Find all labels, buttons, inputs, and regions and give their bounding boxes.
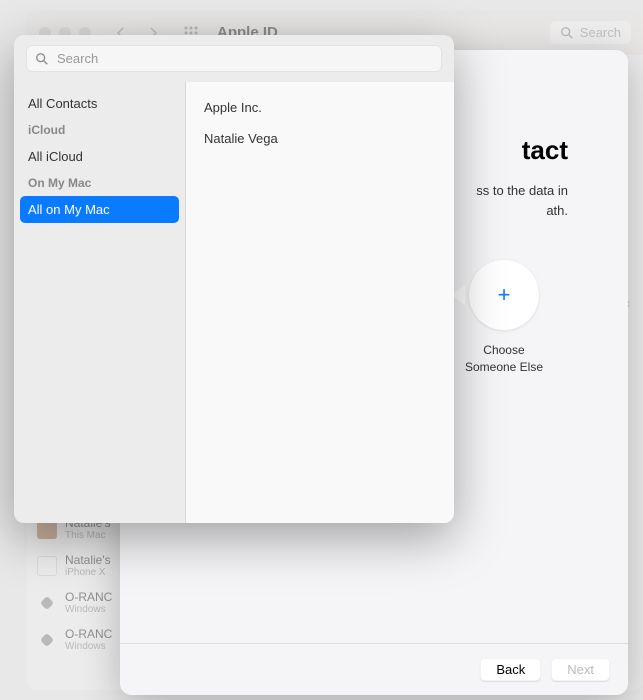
search-icon xyxy=(560,26,574,40)
iphone-icon xyxy=(37,556,57,576)
choose-someone-else-button[interactable]: + xyxy=(469,260,539,330)
group-header-onmymac: On My Mac xyxy=(14,170,185,196)
groups-sidebar: All Contacts iCloud All iCloud On My Mac… xyxy=(14,82,186,523)
windows-icon xyxy=(40,632,54,646)
back-button[interactable]: Back xyxy=(480,658,541,681)
prefs-search[interactable]: Search xyxy=(550,21,631,44)
group-all-icloud[interactable]: All iCloud xyxy=(14,143,185,170)
windows-icon xyxy=(40,595,54,609)
contact-row[interactable]: Natalie Vega xyxy=(186,123,454,154)
sheet-footer: Back Next xyxy=(120,643,628,695)
contacts-list: Apple Inc. Natalie Vega xyxy=(186,82,454,523)
group-all-contacts[interactable]: All Contacts xyxy=(14,90,185,117)
search-icon xyxy=(35,52,49,66)
group-header-icloud: iCloud xyxy=(14,117,185,143)
contact-row[interactable]: Apple Inc. xyxy=(186,92,454,123)
next-button: Next xyxy=(551,658,610,681)
choose-someone-else-label: Choose Someone Else xyxy=(465,342,543,376)
plus-icon: + xyxy=(498,282,511,308)
contacts-picker: All Contacts iCloud All iCloud On My Mac… xyxy=(14,35,454,523)
prefs-search-placeholder: Search xyxy=(580,25,621,40)
search-input[interactable] xyxy=(57,51,433,66)
search-field[interactable] xyxy=(26,45,442,72)
group-all-on-my-mac[interactable]: All on My Mac xyxy=(20,196,179,223)
